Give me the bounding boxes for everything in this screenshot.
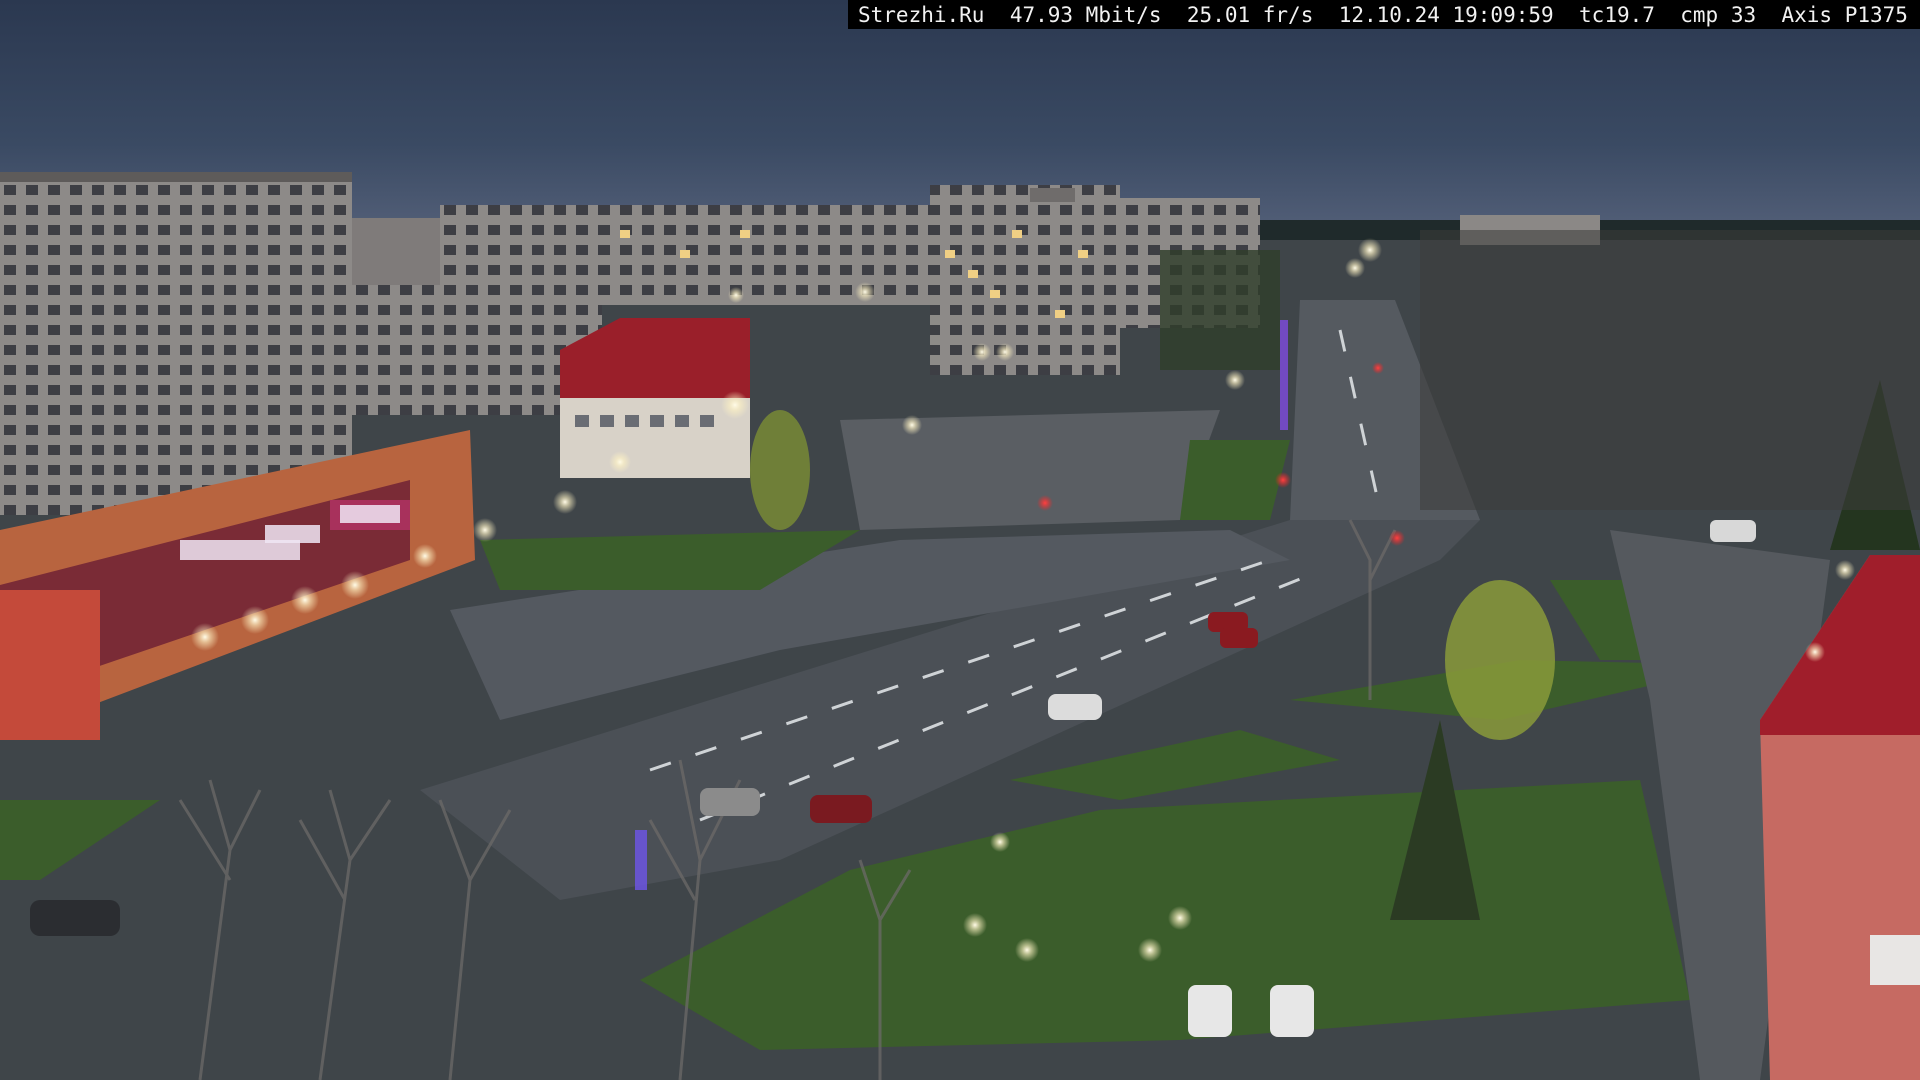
osd-camera-model: Axis P1375 [1781,2,1908,27]
red-roof-building [560,318,750,478]
street-scene [0,0,1920,1080]
osd-datetime: 12.10.24 19:09:59 [1338,2,1554,27]
osd-tc: tc19.7 [1579,2,1655,27]
festive-lights [1280,320,1288,430]
camera-frame: Strezhi.Ru 47.93 Mbit/s 25.01 fr/s 12.10… [0,0,1920,1080]
osd-bitrate: 47.93 Mbit/s [1009,2,1162,27]
camera-osd-overlay: Strezhi.Ru 47.93 Mbit/s 25.01 fr/s 12.10… [848,0,1920,29]
osd-cmp: cmp 33 [1680,2,1757,27]
osd-framerate: 25.01 fr/s [1186,2,1314,27]
osd-site: Strezhi.Ru [858,2,985,27]
central-plaza [840,410,1220,530]
